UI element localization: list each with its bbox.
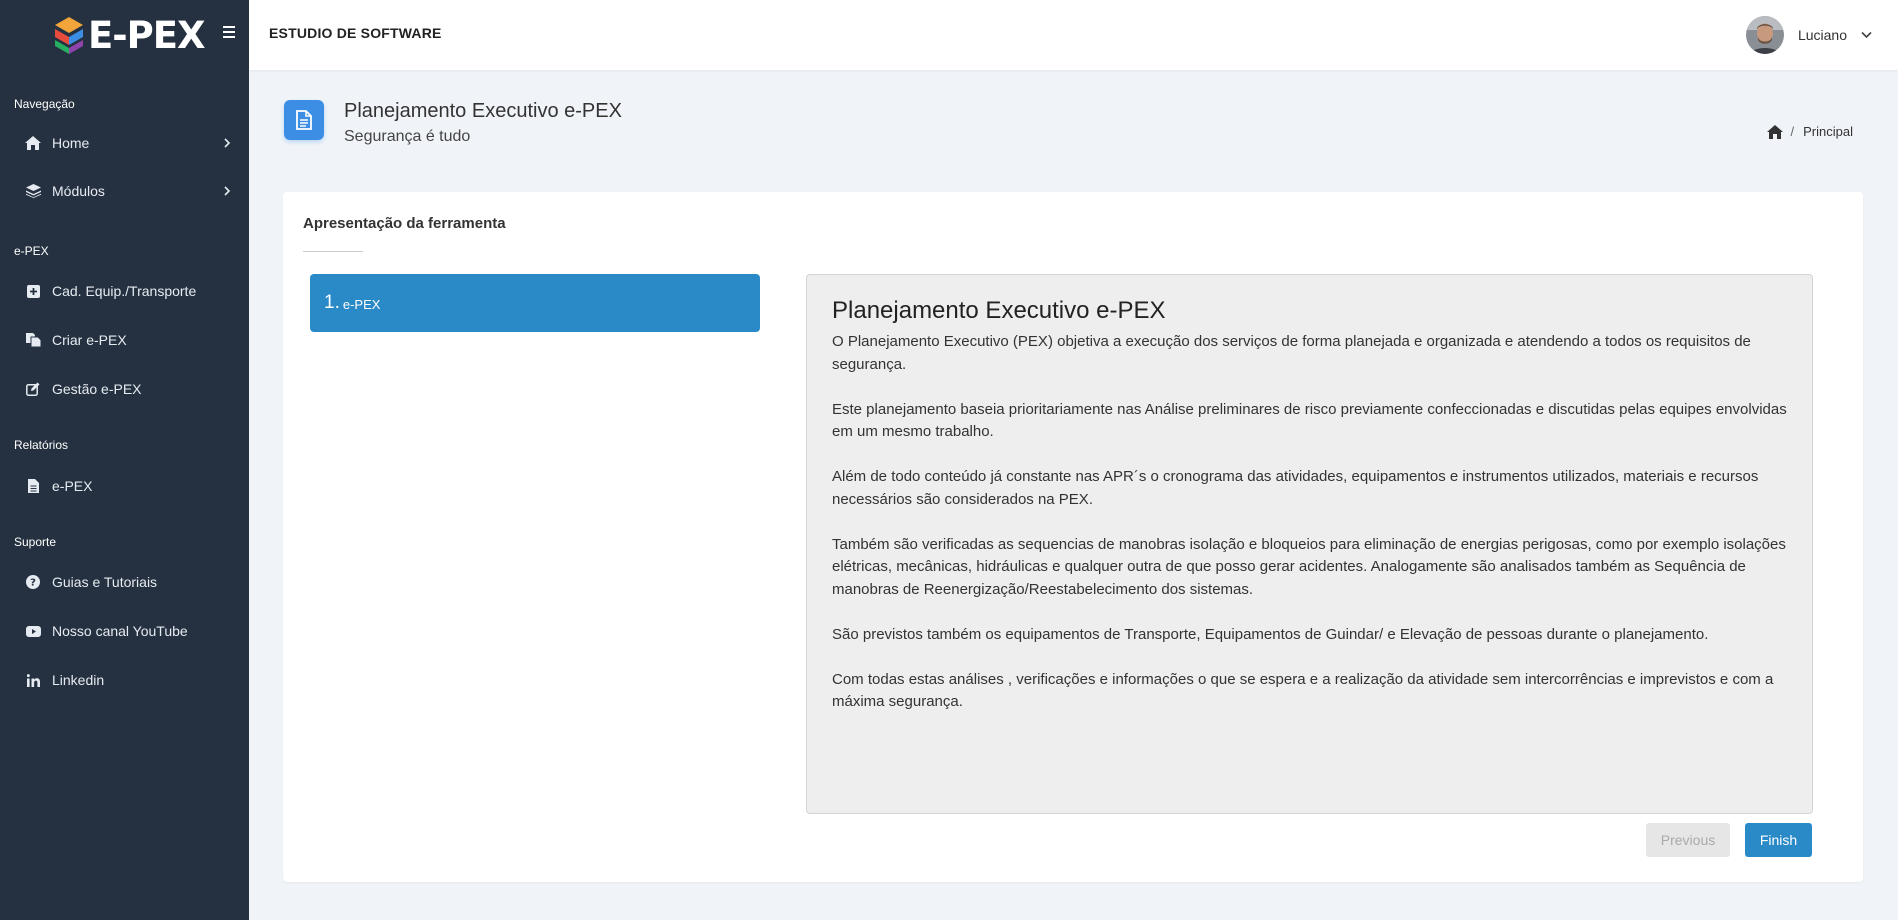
sidebar-item-linkedin[interactable]: Linkedin xyxy=(0,660,249,700)
sidebar-item-gestao-epex[interactable]: Gestão e-PEX xyxy=(0,369,249,409)
topbar: ESTUDIO DE SOFTWARE Luciano xyxy=(249,0,1898,70)
document-icon xyxy=(296,110,312,130)
breadcrumb-separator: / xyxy=(1790,124,1795,139)
copy-file-icon xyxy=(25,332,41,348)
step-content: Planejamento Executivo e-PEX O Planejame… xyxy=(806,274,1813,814)
content-paragraph: Com todas estas análises , verificações … xyxy=(832,670,1774,711)
company-name: ESTUDIO DE SOFTWARE xyxy=(269,25,442,41)
sidebar-item-label: Guias e Tutoriais xyxy=(52,574,158,590)
breadcrumb: / Principal xyxy=(1766,124,1853,139)
title-divider xyxy=(303,251,363,252)
chevron-right-icon xyxy=(224,138,231,148)
sidebar-item-relatorio-epex[interactable]: e-PEX xyxy=(0,466,249,506)
page-title: Planejamento Executivo e-PEX xyxy=(344,100,622,122)
card-title: Apresentação da ferramenta xyxy=(303,215,506,232)
sidebar-item-label: e-PEX xyxy=(52,478,93,494)
sidebar-item-modulos[interactable]: Módulos xyxy=(0,171,249,211)
sidebar-item-youtube[interactable]: Nosso canal YouTube xyxy=(0,611,249,651)
finish-button[interactable]: Finish xyxy=(1745,823,1812,857)
home-icon[interactable] xyxy=(1766,124,1783,139)
youtube-icon xyxy=(25,623,41,639)
content-paragraph: São previstos também os equipamentos de … xyxy=(832,625,1709,643)
previous-button[interactable]: Previous xyxy=(1646,823,1730,857)
content-paragraph: Além de todo conteúdo já constante nas A… xyxy=(832,468,1759,508)
sidebar-item-cad-equip[interactable]: Cad. Equip./Transporte xyxy=(0,271,249,311)
layers-icon xyxy=(25,183,41,199)
sidebar-item-guias[interactable]: ? Guias e Tutoriais xyxy=(0,562,249,602)
step-label: e-PEX xyxy=(342,297,381,312)
epex-logo xyxy=(55,17,83,54)
sidebar-item-label: Cad. Equip./Transporte xyxy=(52,283,197,299)
file-icon xyxy=(25,478,41,494)
menu-toggle-icon[interactable] xyxy=(223,26,235,38)
sidebar-item-label: Linkedin xyxy=(52,672,105,688)
sidebar-item-label: Nosso canal YouTube xyxy=(52,623,188,639)
avatar[interactable] xyxy=(1745,16,1784,54)
page-subtitle: Segurança é tudo xyxy=(344,128,471,145)
sidebar-item-label: Gestão e-PEX xyxy=(52,381,142,397)
sidebar: E-PEX Navegação Home Módulos e-PEX Cad. … xyxy=(0,0,249,920)
brand-name: E-PEX xyxy=(88,13,206,57)
step-number: 1. xyxy=(324,292,340,313)
page-icon xyxy=(284,100,324,140)
content-paragraph: Este planejamento baseia prioritariament… xyxy=(832,400,1787,441)
plus-square-icon xyxy=(25,283,41,299)
svg-text:?: ? xyxy=(30,578,36,589)
wizard-card: Apresentação da ferramenta 1. e-PEX Plan… xyxy=(283,192,1863,882)
breadcrumb-current: Principal xyxy=(1803,124,1853,139)
user-menu[interactable]: Luciano xyxy=(1745,16,1872,54)
wizard-step-1[interactable]: 1. e-PEX xyxy=(310,274,760,332)
sidebar-item-label: Criar e-PEX xyxy=(52,332,127,348)
content-paragraph: O Planejamento Executivo (PEX) objetiva … xyxy=(832,333,1751,373)
user-name: Luciano xyxy=(1797,27,1847,43)
home-icon xyxy=(25,135,41,151)
section-suporte: Suporte xyxy=(14,535,57,549)
edit-icon xyxy=(25,381,41,397)
section-relatorios: Relatórios xyxy=(14,438,69,452)
brand[interactable]: E-PEX xyxy=(0,0,249,70)
content-title: Planejamento Executivo e-PEX xyxy=(832,297,1166,324)
sidebar-item-home[interactable]: Home xyxy=(0,123,249,163)
sidebar-item-label: Home xyxy=(52,135,90,151)
section-epex: e-PEX xyxy=(14,244,49,258)
content-paragraph: Também são verificadas as sequencias de … xyxy=(832,535,1786,598)
linkedin-icon xyxy=(25,672,41,688)
sidebar-item-criar-epex[interactable]: Criar e-PEX xyxy=(0,320,249,360)
sidebar-item-label: Módulos xyxy=(52,183,105,199)
chevron-right-icon xyxy=(224,186,231,196)
chevron-down-icon xyxy=(1861,31,1872,39)
section-navegacao: Navegação xyxy=(14,97,75,111)
question-circle-icon: ? xyxy=(25,574,41,590)
